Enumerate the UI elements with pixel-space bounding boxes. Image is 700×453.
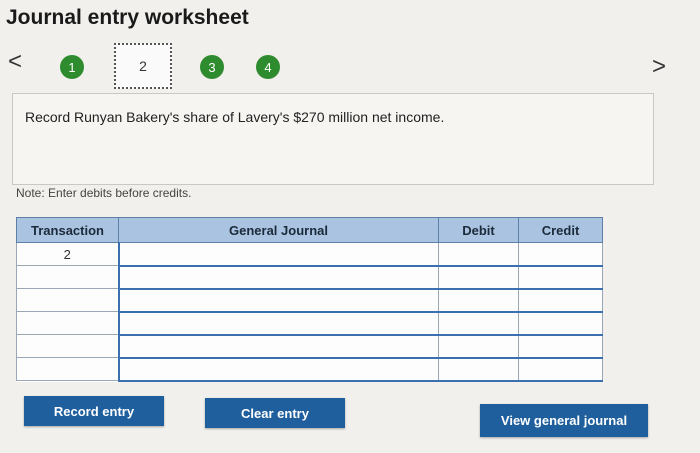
debit-input[interactable] (438, 265, 519, 290)
transaction-cell (16, 265, 119, 289)
chevron-left-icon[interactable]: < (8, 50, 22, 74)
transaction-cell (16, 288, 119, 312)
prompt-text: Record Runyan Bakery's share of Lavery's… (25, 109, 445, 125)
header-debit: Debit (438, 217, 519, 243)
header-credit: Credit (518, 217, 603, 243)
credit-input[interactable] (518, 242, 603, 267)
journal-table: Transaction General Journal Debit Credit… (16, 217, 603, 382)
account-input[interactable] (117, 242, 439, 267)
table-row (16, 265, 603, 290)
credit-input[interactable] (518, 357, 603, 382)
clear-entry-button[interactable]: Clear entry (205, 398, 345, 428)
transaction-cell (16, 334, 119, 358)
credit-input[interactable] (518, 311, 603, 336)
debit-input[interactable] (438, 288, 519, 313)
note-text: Note: Enter debits before credits. (16, 186, 192, 200)
transaction-cell: 2 (16, 242, 119, 266)
credit-input[interactable] (518, 334, 603, 359)
credit-input[interactable] (518, 288, 603, 313)
table-row: 2 (16, 242, 603, 267)
prompt-box: Record Runyan Bakery's share of Lavery's… (12, 93, 654, 185)
account-input[interactable] (117, 334, 439, 359)
debit-input[interactable] (438, 334, 519, 359)
account-input[interactable] (117, 265, 439, 290)
page-title: Journal entry worksheet (6, 6, 249, 29)
table-row (16, 334, 603, 359)
transaction-cell (16, 357, 119, 381)
view-general-journal-button[interactable]: View general journal (480, 404, 648, 437)
account-input[interactable] (117, 288, 439, 313)
header-transaction: Transaction (16, 217, 119, 243)
record-entry-button[interactable]: Record entry (24, 396, 164, 426)
account-input[interactable] (117, 311, 439, 336)
account-input[interactable] (117, 357, 439, 382)
debit-input[interactable] (438, 357, 519, 382)
step-3-button[interactable]: 3 (200, 55, 224, 79)
header-general-journal: General Journal (118, 217, 439, 243)
step-1-button[interactable]: 1 (60, 55, 84, 79)
transaction-cell (16, 311, 119, 335)
chevron-right-icon[interactable]: > (652, 55, 666, 79)
table-row (16, 288, 603, 313)
table-row (16, 357, 603, 382)
table-row (16, 311, 603, 336)
credit-input[interactable] (518, 265, 603, 290)
debit-input[interactable] (438, 311, 519, 336)
step-2-current[interactable]: 2 (114, 43, 172, 89)
debit-input[interactable] (438, 242, 519, 267)
step-4-button[interactable]: 4 (256, 55, 280, 79)
